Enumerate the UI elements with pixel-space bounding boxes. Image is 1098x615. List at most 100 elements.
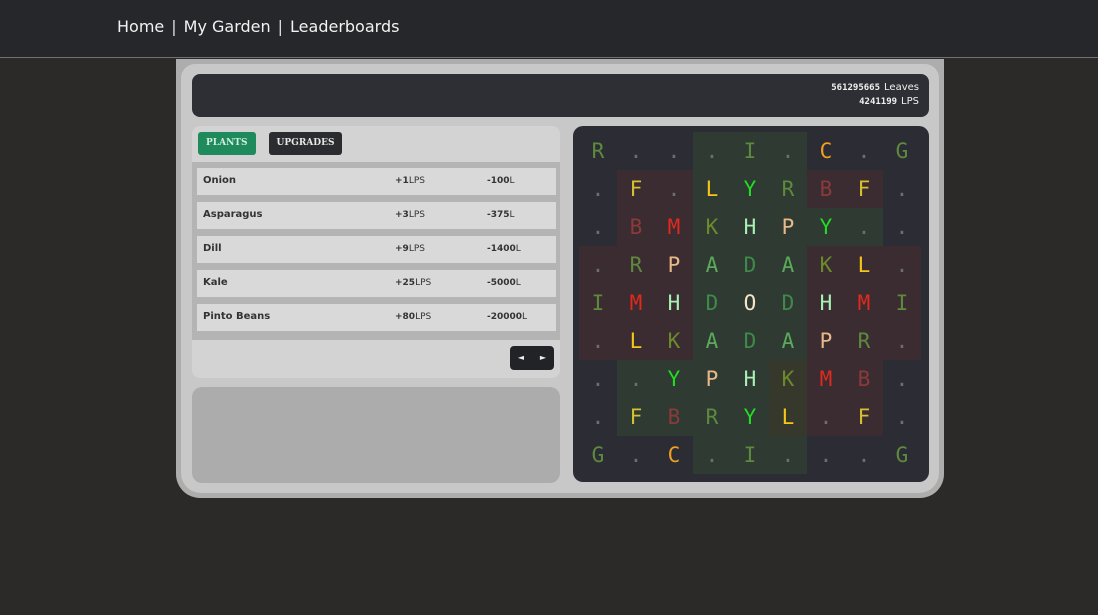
- tab-plants[interactable]: PLANTS: [198, 132, 256, 155]
- garden-cell[interactable]: .: [579, 208, 617, 246]
- garden-cell[interactable]: R: [693, 398, 731, 436]
- garden-cell[interactable]: F: [617, 170, 655, 208]
- garden-cell[interactable]: R: [617, 246, 655, 284]
- plant-item-kale[interactable]: Kale +25LPS -5000L: [197, 270, 556, 297]
- nav-leaderboards-link[interactable]: Leaderboards: [290, 17, 399, 36]
- garden-cell[interactable]: H: [807, 284, 845, 322]
- garden-cell[interactable]: K: [693, 208, 731, 246]
- plant-item-onion[interactable]: Onion +1LPS -100L: [197, 168, 556, 195]
- garden-cell[interactable]: .: [883, 398, 921, 436]
- garden-cell[interactable]: H: [731, 208, 769, 246]
- garden-cell[interactable]: .: [883, 360, 921, 398]
- cost-unit: L: [509, 210, 515, 220]
- garden-cell[interactable]: .: [579, 246, 617, 284]
- garden-cell[interactable]: D: [693, 284, 731, 322]
- garden-cell[interactable]: P: [807, 322, 845, 360]
- garden-cell[interactable]: B: [845, 360, 883, 398]
- garden-cell[interactable]: .: [579, 170, 617, 208]
- garden-cell[interactable]: L: [617, 322, 655, 360]
- garden-cell[interactable]: .: [769, 436, 807, 474]
- garden-cell[interactable]: P: [655, 246, 693, 284]
- garden-cell[interactable]: .: [655, 132, 693, 170]
- garden-cell[interactable]: F: [617, 398, 655, 436]
- garden-cell[interactable]: .: [883, 322, 921, 360]
- garden-cell[interactable]: D: [731, 246, 769, 284]
- garden-cell[interactable]: C: [655, 436, 693, 474]
- garden-cell[interactable]: .: [807, 398, 845, 436]
- garden-cell[interactable]: K: [769, 360, 807, 398]
- garden-cell[interactable]: .: [617, 360, 655, 398]
- garden-cell[interactable]: M: [655, 208, 693, 246]
- garden-cell[interactable]: M: [845, 284, 883, 322]
- cost-value: -5000: [487, 278, 516, 288]
- garden-cell[interactable]: L: [845, 246, 883, 284]
- garden-cell[interactable]: F: [845, 398, 883, 436]
- plant-name: Kale: [203, 277, 228, 288]
- garden-cell[interactable]: B: [655, 398, 693, 436]
- garden-cell[interactable]: M: [807, 360, 845, 398]
- garden-cell[interactable]: .: [883, 246, 921, 284]
- garden-cell[interactable]: R: [769, 170, 807, 208]
- garden-cell[interactable]: K: [655, 322, 693, 360]
- game-frame: 561295665 Leaves 4241199 LPS PLANTS UPGRAD…: [176, 59, 944, 498]
- garden-cell[interactable]: I: [731, 436, 769, 474]
- garden-cell[interactable]: .: [655, 170, 693, 208]
- plant-item-asparagus[interactable]: Asparagus +3LPS -375L: [197, 202, 556, 229]
- garden-cell[interactable]: .: [845, 436, 883, 474]
- garden-cell[interactable]: P: [693, 360, 731, 398]
- nav-separator: |: [171, 17, 177, 36]
- next-page-icon[interactable]: ►: [532, 346, 554, 370]
- prev-page-icon[interactable]: ◄: [510, 346, 532, 370]
- tab-upgrades[interactable]: UPGRADES: [268, 132, 343, 155]
- garden-cell[interactable]: R: [579, 132, 617, 170]
- garden-cell[interactable]: G: [883, 132, 921, 170]
- garden-cell[interactable]: C: [807, 132, 845, 170]
- garden-cell[interactable]: B: [617, 208, 655, 246]
- garden-cell[interactable]: I: [579, 284, 617, 322]
- garden-cell[interactable]: A: [693, 322, 731, 360]
- garden-cell[interactable]: .: [579, 322, 617, 360]
- garden-cell[interactable]: H: [731, 360, 769, 398]
- garden-cell[interactable]: L: [769, 398, 807, 436]
- garden-cell[interactable]: A: [769, 246, 807, 284]
- garden-cell[interactable]: O: [731, 284, 769, 322]
- garden-cell[interactable]: .: [617, 436, 655, 474]
- garden-cell[interactable]: D: [769, 284, 807, 322]
- garden-cell[interactable]: .: [883, 208, 921, 246]
- garden-cell[interactable]: R: [845, 322, 883, 360]
- garden-cell[interactable]: .: [693, 132, 731, 170]
- lps-value: +25: [395, 278, 416, 288]
- garden-cell[interactable]: I: [731, 132, 769, 170]
- plant-item-dill[interactable]: Dill +9LPS -1400L: [197, 236, 556, 263]
- garden-cell[interactable]: I: [883, 284, 921, 322]
- garden-cell[interactable]: Y: [655, 360, 693, 398]
- garden-cell[interactable]: K: [807, 246, 845, 284]
- garden-cell[interactable]: A: [693, 246, 731, 284]
- garden-cell[interactable]: .: [693, 436, 731, 474]
- garden-cell[interactable]: .: [807, 436, 845, 474]
- garden-cell[interactable]: F: [845, 170, 883, 208]
- garden-cell[interactable]: .: [845, 132, 883, 170]
- plant-lps: +9LPS: [395, 244, 425, 254]
- garden-cell[interactable]: .: [845, 208, 883, 246]
- garden-cell[interactable]: G: [579, 436, 617, 474]
- garden-cell[interactable]: .: [579, 398, 617, 436]
- garden-cell[interactable]: A: [769, 322, 807, 360]
- garden-cell[interactable]: Y: [731, 398, 769, 436]
- garden-cell[interactable]: .: [617, 132, 655, 170]
- garden-cell[interactable]: .: [769, 132, 807, 170]
- garden-cell[interactable]: L: [693, 170, 731, 208]
- garden-cell[interactable]: M: [617, 284, 655, 322]
- garden-cell[interactable]: Y: [731, 170, 769, 208]
- garden-cell[interactable]: P: [769, 208, 807, 246]
- plant-item-pinto-beans[interactable]: Pinto Beans +80LPS -20000L: [197, 304, 556, 331]
- garden-cell[interactable]: D: [731, 322, 769, 360]
- garden-cell[interactable]: B: [807, 170, 845, 208]
- garden-cell[interactable]: .: [579, 360, 617, 398]
- garden-cell[interactable]: .: [883, 170, 921, 208]
- garden-cell[interactable]: G: [883, 436, 921, 474]
- garden-cell[interactable]: Y: [807, 208, 845, 246]
- garden-cell[interactable]: H: [655, 284, 693, 322]
- nav-home-link[interactable]: Home: [117, 17, 164, 36]
- nav-my-garden-link[interactable]: My Garden: [184, 17, 271, 36]
